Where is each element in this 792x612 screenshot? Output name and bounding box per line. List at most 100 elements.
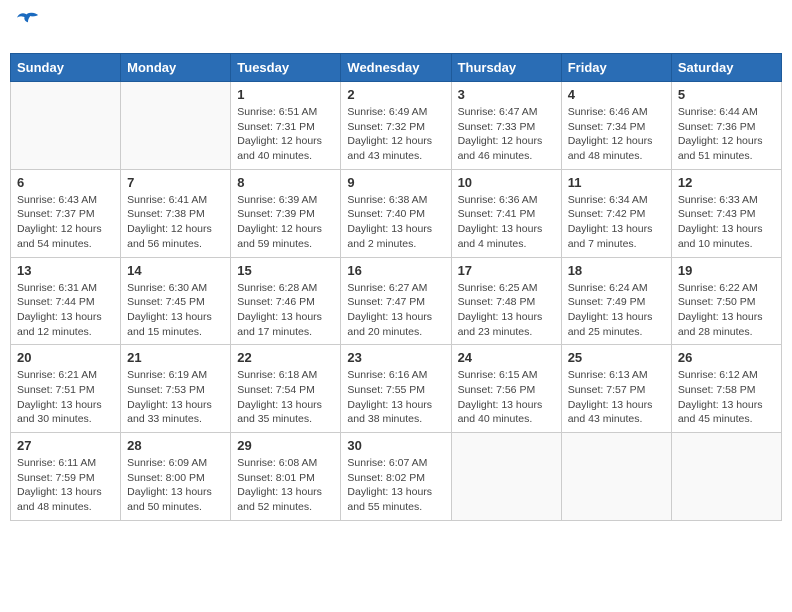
calendar-cell: 12 Sunrise: 6:33 AMSunset: 7:43 PMDayligh… <box>671 169 781 257</box>
page-header <box>10 10 782 45</box>
day-number: 18 <box>568 263 665 278</box>
day-info: Sunrise: 6:46 AMSunset: 7:34 PMDaylight:… <box>568 105 665 164</box>
day-info: Sunrise: 6:27 AMSunset: 7:47 PMDaylight:… <box>347 281 444 340</box>
calendar-header-sunday: Sunday <box>11 54 121 82</box>
logo <box>14 10 39 45</box>
day-number: 2 <box>347 87 444 102</box>
day-info: Sunrise: 6:34 AMSunset: 7:42 PMDaylight:… <box>568 193 665 252</box>
day-number: 23 <box>347 350 444 365</box>
calendar-header-wednesday: Wednesday <box>341 54 451 82</box>
day-number: 8 <box>237 175 334 190</box>
day-info: Sunrise: 6:43 AMSunset: 7:37 PMDaylight:… <box>17 193 114 252</box>
day-number: 25 <box>568 350 665 365</box>
calendar-cell: 18 Sunrise: 6:24 AMSunset: 7:49 PMDayligh… <box>561 257 671 345</box>
logo-bird-icon <box>17 10 39 37</box>
calendar-cell: 15 Sunrise: 6:28 AMSunset: 7:46 PMDayligh… <box>231 257 341 345</box>
day-number: 1 <box>237 87 334 102</box>
calendar-header-monday: Monday <box>121 54 231 82</box>
day-info: Sunrise: 6:49 AMSunset: 7:32 PMDaylight:… <box>347 105 444 164</box>
calendar-cell: 2 Sunrise: 6:49 AMSunset: 7:32 PMDaylight… <box>341 82 451 170</box>
calendar-cell: 11 Sunrise: 6:34 AMSunset: 7:42 PMDayligh… <box>561 169 671 257</box>
calendar-cell: 22 Sunrise: 6:18 AMSunset: 7:54 PMDayligh… <box>231 345 341 433</box>
calendar-cell <box>121 82 231 170</box>
day-number: 19 <box>678 263 775 278</box>
calendar-cell: 1Sunrise: 6:51 AMSunset: 7:31 PMDaylight… <box>231 82 341 170</box>
day-info: Sunrise: 6:07 AMSunset: 8:02 PMDaylight:… <box>347 456 444 515</box>
day-info: Sunrise: 6:18 AMSunset: 7:54 PMDaylight:… <box>237 368 334 427</box>
calendar-cell: 17 Sunrise: 6:25 AMSunset: 7:48 PMDayligh… <box>451 257 561 345</box>
calendar-cell: 13 Sunrise: 6:31 AMSunset: 7:44 PMDayligh… <box>11 257 121 345</box>
day-info: Sunrise: 6:19 AMSunset: 7:53 PMDaylight:… <box>127 368 224 427</box>
day-number: 11 <box>568 175 665 190</box>
day-info: Sunrise: 6:47 AMSunset: 7:33 PMDaylight:… <box>458 105 555 164</box>
calendar-cell: 30 Sunrise: 6:07 AMSunset: 8:02 PMDayligh… <box>341 433 451 521</box>
calendar-cell <box>671 433 781 521</box>
day-info: Sunrise: 6:36 AMSunset: 7:41 PMDaylight:… <box>458 193 555 252</box>
day-info: Sunrise: 6:39 AMSunset: 7:39 PMDaylight:… <box>237 193 334 252</box>
day-info: Sunrise: 6:08 AMSunset: 8:01 PMDaylight:… <box>237 456 334 515</box>
day-info: Sunrise: 6:21 AMSunset: 7:51 PMDaylight:… <box>17 368 114 427</box>
day-info: Sunrise: 6:31 AMSunset: 7:44 PMDaylight:… <box>17 281 114 340</box>
calendar-cell <box>451 433 561 521</box>
calendar-cell: 16 Sunrise: 6:27 AMSunset: 7:47 PMDayligh… <box>341 257 451 345</box>
day-number: 10 <box>458 175 555 190</box>
day-number: 24 <box>458 350 555 365</box>
calendar-cell: 19 Sunrise: 6:22 AMSunset: 7:50 PMDayligh… <box>671 257 781 345</box>
day-number: 6 <box>17 175 114 190</box>
calendar-cell: 7 Sunrise: 6:41 AMSunset: 7:38 PMDaylight… <box>121 169 231 257</box>
day-info: Sunrise: 6:15 AMSunset: 7:56 PMDaylight:… <box>458 368 555 427</box>
calendar-cell: 23 Sunrise: 6:16 AMSunset: 7:55 PMDayligh… <box>341 345 451 433</box>
day-info: Sunrise: 6:12 AMSunset: 7:58 PMDaylight:… <box>678 368 775 427</box>
calendar-cell: 24 Sunrise: 6:15 AMSunset: 7:56 PMDayligh… <box>451 345 561 433</box>
day-number: 13 <box>17 263 114 278</box>
day-number: 22 <box>237 350 334 365</box>
calendar-cell: 9Sunrise: 6:38 AMSunset: 7:40 PMDaylight… <box>341 169 451 257</box>
calendar-header-thursday: Thursday <box>451 54 561 82</box>
day-number: 3 <box>458 87 555 102</box>
day-info: Sunrise: 6:28 AMSunset: 7:46 PMDaylight:… <box>237 281 334 340</box>
day-info: Sunrise: 6:25 AMSunset: 7:48 PMDaylight:… <box>458 281 555 340</box>
day-number: 12 <box>678 175 775 190</box>
calendar-table: SundayMondayTuesdayWednesdayThursdayFrid… <box>10 53 782 521</box>
calendar-cell: 8 Sunrise: 6:39 AMSunset: 7:39 PMDaylight… <box>231 169 341 257</box>
day-info: Sunrise: 6:33 AMSunset: 7:43 PMDaylight:… <box>678 193 775 252</box>
calendar-cell: 6 Sunrise: 6:43 AMSunset: 7:37 PMDaylight… <box>11 169 121 257</box>
calendar-cell: 14 Sunrise: 6:30 AMSunset: 7:45 PMDayligh… <box>121 257 231 345</box>
calendar-cell: 5Sunrise: 6:44 AMSunset: 7:36 PMDaylight… <box>671 82 781 170</box>
day-info: Sunrise: 6:13 AMSunset: 7:57 PMDaylight:… <box>568 368 665 427</box>
day-info: Sunrise: 6:41 AMSunset: 7:38 PMDaylight:… <box>127 193 224 252</box>
day-number: 7 <box>127 175 224 190</box>
day-number: 20 <box>17 350 114 365</box>
day-number: 30 <box>347 438 444 453</box>
calendar-cell: 3 Sunrise: 6:47 AMSunset: 7:33 PMDaylight… <box>451 82 561 170</box>
day-number: 21 <box>127 350 224 365</box>
calendar-header-saturday: Saturday <box>671 54 781 82</box>
day-info: Sunrise: 6:22 AMSunset: 7:50 PMDaylight:… <box>678 281 775 340</box>
calendar-cell: 29Sunrise: 6:08 AMSunset: 8:01 PMDayligh… <box>231 433 341 521</box>
calendar-cell <box>11 82 121 170</box>
calendar-cell: 20 Sunrise: 6:21 AMSunset: 7:51 PMDayligh… <box>11 345 121 433</box>
day-number: 16 <box>347 263 444 278</box>
day-info: Sunrise: 6:38 AMSunset: 7:40 PMDaylight:… <box>347 193 444 252</box>
calendar-week-row: 13 Sunrise: 6:31 AMSunset: 7:44 PMDayligh… <box>11 257 782 345</box>
day-info: Sunrise: 6:44 AMSunset: 7:36 PMDaylight:… <box>678 105 775 164</box>
calendar-week-row: 6 Sunrise: 6:43 AMSunset: 7:37 PMDaylight… <box>11 169 782 257</box>
day-number: 15 <box>237 263 334 278</box>
day-info: Sunrise: 6:24 AMSunset: 7:49 PMDaylight:… <box>568 281 665 340</box>
day-number: 14 <box>127 263 224 278</box>
calendar-week-row: 27 Sunrise: 6:11 AMSunset: 7:59 PMDayligh… <box>11 433 782 521</box>
calendar-header-friday: Friday <box>561 54 671 82</box>
calendar-cell: 10 Sunrise: 6:36 AMSunset: 7:41 PMDayligh… <box>451 169 561 257</box>
calendar-cell: 27 Sunrise: 6:11 AMSunset: 7:59 PMDayligh… <box>11 433 121 521</box>
day-number: 26 <box>678 350 775 365</box>
day-number: 17 <box>458 263 555 278</box>
day-info: Sunrise: 6:09 AMSunset: 8:00 PMDaylight:… <box>127 456 224 515</box>
day-info: Sunrise: 6:11 AMSunset: 7:59 PMDaylight:… <box>17 456 114 515</box>
calendar-cell: 28Sunrise: 6:09 AMSunset: 8:00 PMDayligh… <box>121 433 231 521</box>
calendar-cell: 4Sunrise: 6:46 AMSunset: 7:34 PMDaylight… <box>561 82 671 170</box>
day-info: Sunrise: 6:16 AMSunset: 7:55 PMDaylight:… <box>347 368 444 427</box>
calendar-cell: 26 Sunrise: 6:12 AMSunset: 7:58 PMDayligh… <box>671 345 781 433</box>
day-info: Sunrise: 6:30 AMSunset: 7:45 PMDaylight:… <box>127 281 224 340</box>
calendar-cell: 21 Sunrise: 6:19 AMSunset: 7:53 PMDayligh… <box>121 345 231 433</box>
day-number: 27 <box>17 438 114 453</box>
